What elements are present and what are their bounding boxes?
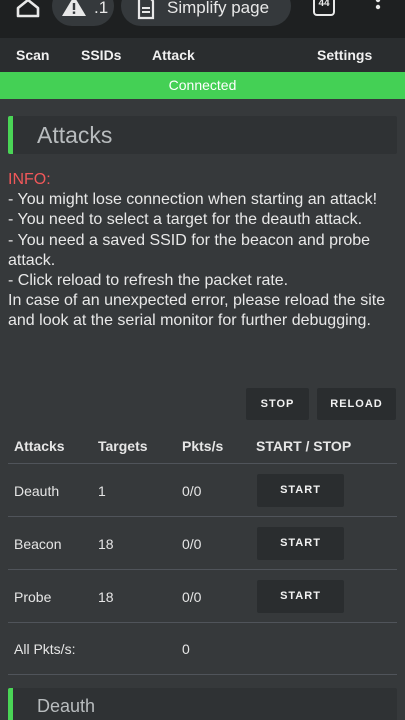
attacks-title: Attacks [37,122,113,148]
attack-name: Beacon [14,536,62,552]
main-nav: Scan SSIDs Attack Settings [0,38,405,72]
total-label: All Pkts/s: [14,641,76,657]
document-icon [137,0,155,25]
total-row: All Pkts/s: 0 [8,622,397,675]
nav-ssids[interactable]: SSIDs [81,47,121,63]
attack-name: Probe [14,589,52,605]
attack-pkts: 0/0 [182,536,202,552]
attack-name: Deauth [14,483,60,499]
table-row: Beacon 18 0/0 START [8,516,397,569]
home-icon[interactable] [10,0,46,20]
deauth-header: Deauth [8,688,397,720]
info-title: INFO: [8,171,51,188]
header-start-stop: START / STOP [256,438,352,454]
nav-attack[interactable]: Attack [152,47,195,63]
attack-targets: 1 [98,483,106,499]
attack-pkts: 0/0 [182,483,202,499]
alert-count: .1 [94,0,109,17]
start-deauth-button[interactable]: START [257,474,344,507]
info-line: - Click reload to refresh the packet rat… [8,272,289,290]
attacks-header: Attacks [8,116,397,154]
deauth-title: Deauth [37,696,96,716]
warning-icon [62,0,86,21]
info-line: - You need to select a target for the de… [8,211,363,229]
attack-pkts: 0/0 [182,589,202,605]
info-line: - You need a saved SSID for the beacon a… [8,231,371,269]
reload-button[interactable]: RELOAD [317,388,396,420]
header-attacks: Attacks [14,438,65,454]
simplify-page-button[interactable]: Simplify page [121,0,291,26]
nav-settings[interactable]: Settings [317,47,372,63]
attack-targets: 18 [98,589,114,605]
table-row: Probe 18 0/0 START [8,569,397,622]
browser-toolbar: .1 Simplify page 44 [0,0,405,38]
info-line: - You might lose connection when startin… [8,191,378,209]
stop-button[interactable]: STOP [246,388,309,420]
info-block: INFO: - You might lose connection when s… [8,170,400,332]
header-pkts: Pkts/s [182,438,224,454]
attack-targets: 18 [98,536,114,552]
table-row: Deauth 1 0/0 START [8,463,397,516]
start-beacon-button[interactable]: START [257,527,344,560]
info-line: In case of an unexpected error, please r… [8,292,386,330]
total-value: 0 [182,641,190,657]
connection-status: Connected [0,72,405,99]
header-targets: Targets [98,438,148,454]
simplify-page-label: Simplify page [167,0,270,17]
nav-scan[interactable]: Scan [16,47,49,63]
tab-switcher-button[interactable]: 44 [313,0,335,16]
alert-chip[interactable]: .1 [52,0,114,26]
start-probe-button[interactable]: START [257,580,344,613]
more-vert-icon[interactable] [366,0,390,20]
